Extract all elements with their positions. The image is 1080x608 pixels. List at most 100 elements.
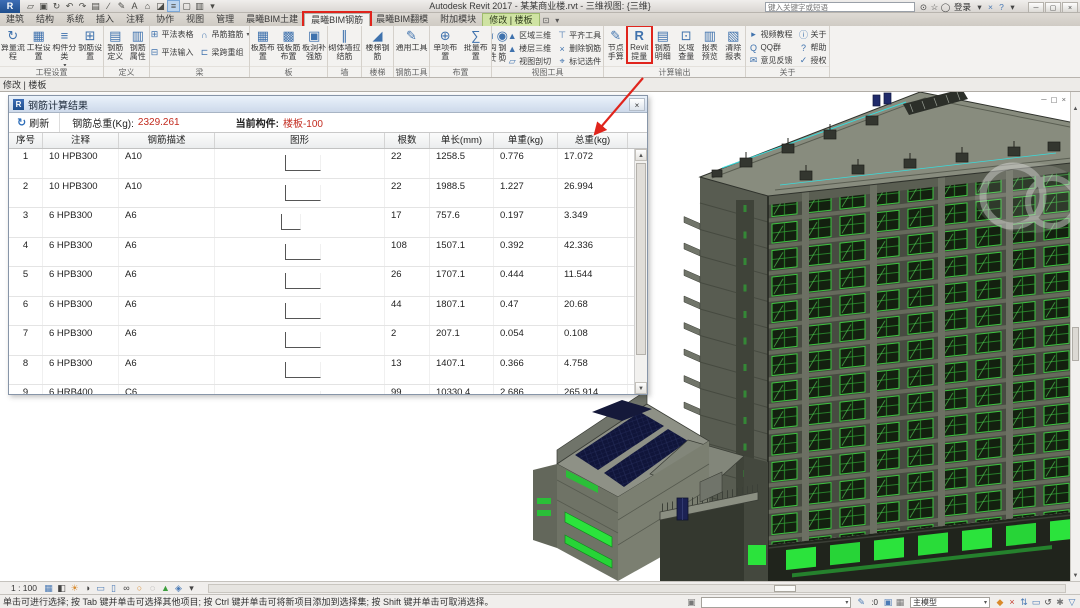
single-layout-button[interactable]: ⊕单项布置 <box>430 27 461 62</box>
quantity-workflow-button[interactable]: ↻算量流程 <box>0 27 26 62</box>
table-scroll-up-icon[interactable]: ▲ <box>635 149 647 161</box>
qq-group-button[interactable]: QQQ群 <box>749 41 793 54</box>
design-option-select[interactable]: 主模型▾ <box>910 597 990 608</box>
tab-chenxi-bim-civil[interactable]: 晨曦BIM土建 <box>240 13 304 26</box>
table-scroll-thumb[interactable] <box>636 163 646 355</box>
dialog-close-button[interactable]: × <box>629 98 645 111</box>
project-settings-button[interactable]: ▦工程设置 <box>26 27 52 62</box>
video-tutorial-button[interactable]: ▸视频教程 <box>749 28 793 41</box>
close-hidden-windows-icon[interactable]: ▢ <box>180 1 193 12</box>
ribbon-display-toggle-icon[interactable]: ▾ <box>552 15 562 26</box>
component-classification-button[interactable]: ≡构件分类 <box>52 27 78 66</box>
rebar-display-button[interactable]: ◉钢筋显示 <box>498 27 508 62</box>
active-workset-select[interactable]: ▾ <box>701 597 851 608</box>
section-icon[interactable]: ◪ <box>154 1 167 12</box>
node-manual-calc-button[interactable]: ✎节点手算 <box>604 27 628 62</box>
switch-windows-icon[interactable]: ▥ <box>193 1 206 12</box>
view-bar-more-icon[interactable]: ▾ <box>185 583 198 594</box>
table-scrollbar[interactable]: ▲ ▼ <box>634 149 647 394</box>
show-crop-region-icon[interactable]: ▯ <box>107 583 120 594</box>
slab-rebar-layout-button[interactable]: ▦板筋布置 <box>250 27 276 62</box>
report-preview-button[interactable]: ▥报表预览 <box>698 27 722 62</box>
table-row[interactable]: 7 6 HPB300 A6 2 207.1 0.054 0.108 <box>9 326 647 356</box>
editing-requests-icon[interactable]: ✎ <box>855 597 867 608</box>
select-by-face-icon[interactable]: ✱ <box>1054 597 1066 608</box>
text-icon[interactable]: A <box>128 1 141 11</box>
table-row[interactable]: 6 6 HPB300 A6 44 1807.1 0.47 20.68 <box>9 297 647 327</box>
press-drag-icon[interactable]: ⇅ <box>1018 597 1030 608</box>
refresh-button[interactable]: ↻ 刷新 <box>9 113 60 132</box>
table-column-header[interactable]: 单长(mm) <box>430 133 494 148</box>
view-section-button[interactable]: ▱视图剖切 <box>507 55 551 66</box>
table-column-header[interactable]: 钢筋描述 <box>119 133 215 148</box>
rebar-properties-button[interactable]: ▥钢筋属性 <box>127 27 150 62</box>
rebar-schedule-button[interactable]: ▤钢筋明细 <box>651 27 675 62</box>
horizontal-scrollbar[interactable] <box>208 584 1066 593</box>
hanger-stirrup-button[interactable]: ∩吊筋箍筋 <box>200 28 250 41</box>
redo-icon[interactable]: ↷ <box>76 1 89 12</box>
table-column-header[interactable]: 单重(kg) <box>494 133 558 148</box>
drawing-area[interactable]: ─▢× ▲ ▼ R 钢筋计算结果 × ↻ 刷新 钢筋总重(Kg): 2329.2… <box>0 92 1080 581</box>
detail-level-icon[interactable]: ▦ <box>42 583 55 594</box>
tab-systems[interactable]: 系统 <box>60 13 90 26</box>
tab-architecture[interactable]: 建筑 <box>0 13 30 26</box>
tab-manage[interactable]: 管理 <box>210 13 240 26</box>
analytical-model-icon[interactable]: ▲ <box>159 583 172 594</box>
crop-view-icon[interactable]: ▭ <box>94 583 107 594</box>
reveal-hidden-elements-icon[interactable]: ○ <box>133 583 146 594</box>
table-row[interactable]: 4 6 HPB300 A6 108 1507.1 0.392 42.336 <box>9 238 647 268</box>
aligned-dimension-icon[interactable]: ✎ <box>115 1 128 12</box>
table-row[interactable]: 2 10 HPB300 A10 22 1988.5 1.227 26.994 <box>9 179 647 209</box>
region-3d-button[interactable]: ▲区域三维 <box>507 29 551 42</box>
beam-plane-input-button[interactable]: ⊟平法输入 <box>150 46 194 59</box>
region-quantity-button[interactable]: ⊡区域查量 <box>675 27 699 62</box>
batch-layout-button[interactable]: ∑批量布置 <box>461 27 492 62</box>
temporary-hide-isolate-icon[interactable]: ∞ <box>120 583 133 594</box>
clear-report-button[interactable]: ▧清除报表 <box>722 27 746 62</box>
shadows-icon[interactable]: ◑ <box>81 583 94 594</box>
sync-with-central-icon[interactable]: ↻ <box>50 1 63 12</box>
rebar-settings-button[interactable]: ⊞钢筋设置 <box>77 27 103 62</box>
scroll-down-icon[interactable]: ▼ <box>1071 571 1080 581</box>
signin-button[interactable]: 登录 <box>954 1 971 13</box>
scale-button[interactable]: 1 : 100 <box>6 582 42 594</box>
view-minimize-icon[interactable]: ─ <box>1041 95 1046 104</box>
table-row[interactable]: 1 10 HPB300 A10 22 1258.5 0.776 17.072 <box>9 149 647 179</box>
tab-addins[interactable]: 附加模块 <box>434 13 482 26</box>
tab-collaborate[interactable]: 协作 <box>150 13 180 26</box>
main-model-icon[interactable]: ▦ <box>894 597 906 608</box>
exclude-options-icon[interactable]: × <box>1006 597 1018 608</box>
scroll-up-icon[interactable]: ▲ <box>1071 104 1080 114</box>
feedback-button[interactable]: ✉意见反馈 <box>749 54 793 66</box>
table-row[interactable]: 5 6 HPB300 A6 26 1707.1 0.444 11.544 <box>9 267 647 297</box>
thin-lines-icon[interactable]: ≡ <box>167 0 180 12</box>
select-underlay-icon[interactable]: ▭ <box>1030 597 1042 608</box>
table-column-header[interactable]: 注释 <box>43 133 119 148</box>
slab-opening-reinforcement-button[interactable]: ▣板洞补强筋 <box>301 27 327 62</box>
help-icon[interactable]: ? <box>996 2 1007 13</box>
help-button[interactable]: ?帮助 <box>799 41 827 54</box>
favorites-icon[interactable]: ☆ <box>929 2 940 13</box>
editable-only-icon[interactable]: ▣ <box>685 597 697 608</box>
help-menu-icon[interactable]: ▾ <box>1007 2 1018 13</box>
constraints-icon[interactable]: ◈ <box>172 583 185 594</box>
exchange-apps-icon[interactable]: × <box>985 2 996 13</box>
license-button[interactable]: ✓授权 <box>799 54 827 66</box>
measure-icon[interactable]: ∕ <box>102 1 115 11</box>
table-column-header[interactable]: 图形 <box>215 133 385 148</box>
masonry-tie-rebar-button[interactable]: ∥砌体墙拉结筋 <box>328 27 361 62</box>
table-row[interactable]: 3 6 HPB300 A6 17 757.6 0.197 3.349 <box>9 208 647 238</box>
align-tool-button[interactable]: ⊤平齐工具 <box>557 29 603 42</box>
vertical-scrollbar[interactable]: ▲ ▼ <box>1070 92 1080 581</box>
table-scroll-down-icon[interactable]: ▼ <box>635 382 647 394</box>
print-icon[interactable]: ▤ <box>89 1 102 12</box>
selection-filter-icon[interactable]: ▽ <box>1066 597 1078 608</box>
delete-rebar-button[interactable]: ×删除钢筋 <box>557 42 603 55</box>
save-icon[interactable]: ▣ <box>37 1 50 12</box>
tag-selection-button[interactable]: ⌖标记选件 <box>557 55 603 66</box>
tab-chenxi-bim-modeling[interactable]: 晨曦BIM翻模 <box>370 13 434 26</box>
close-button[interactable]: × <box>1062 2 1078 13</box>
tab-insert[interactable]: 插入 <box>90 13 120 26</box>
dialog-title-bar[interactable]: R 钢筋计算结果 × <box>9 96 647 113</box>
sun-path-icon[interactable]: ☀ <box>68 583 81 594</box>
